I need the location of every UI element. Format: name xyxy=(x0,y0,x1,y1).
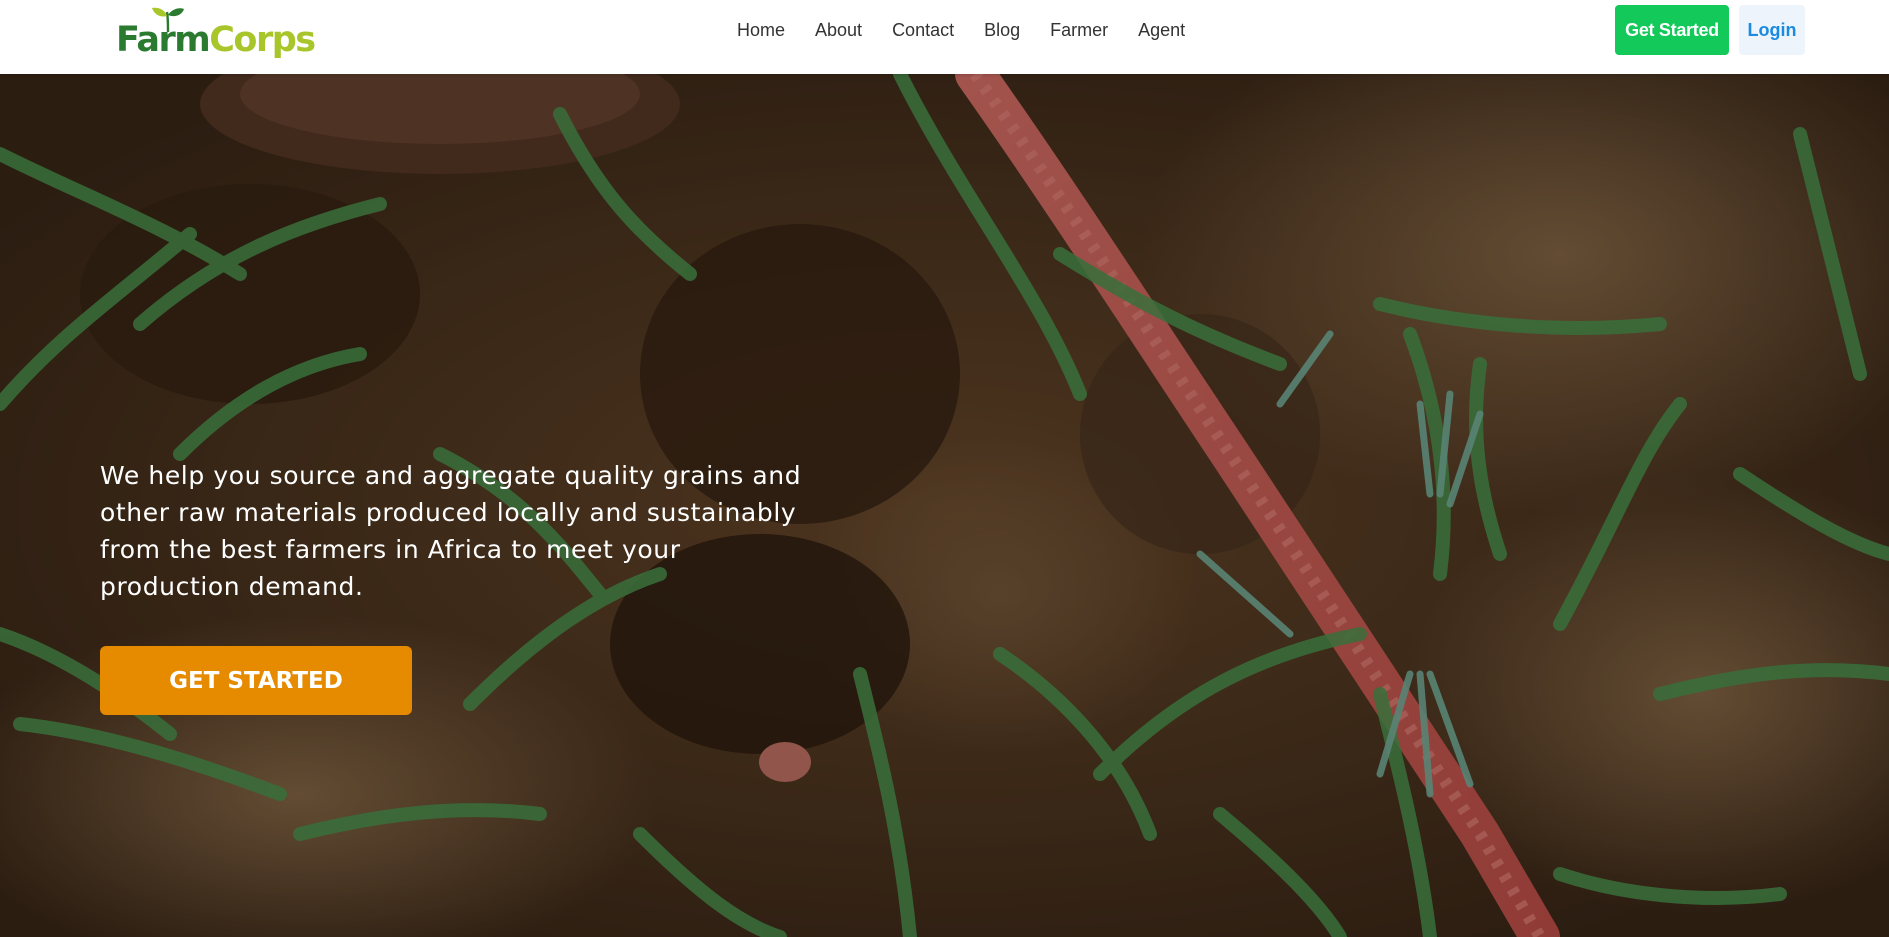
main-nav: Home About Contact Blog Farmer Agent xyxy=(729,0,1200,60)
brand-name-farm: Farm xyxy=(116,20,211,60)
navbar: FarmCorps Home About Contact Blog Farmer… xyxy=(0,0,1889,74)
nav-link-farmer[interactable]: Farmer xyxy=(1035,0,1123,60)
login-button[interactable]: Login xyxy=(1739,5,1805,55)
nav-link-home[interactable]: Home xyxy=(729,0,800,60)
nav-link-contact[interactable]: Contact xyxy=(877,0,969,60)
hero-section: We help you source and aggregate quality… xyxy=(0,74,1889,937)
nav-link-agent[interactable]: Agent xyxy=(1123,0,1200,60)
brand-name-corps: Corps xyxy=(209,20,316,60)
get-started-button[interactable]: Get Started xyxy=(1615,5,1729,55)
nav-link-about[interactable]: About xyxy=(800,0,877,60)
brand-wordmark: FarmCorps xyxy=(116,20,316,60)
brand-logo[interactable]: FarmCorps xyxy=(116,6,316,60)
hero-description: We help you source and aggregate quality… xyxy=(100,461,802,601)
hero-get-started-button[interactable]: GET STARTED xyxy=(100,646,412,715)
nav-link-blog[interactable]: Blog xyxy=(969,0,1035,60)
